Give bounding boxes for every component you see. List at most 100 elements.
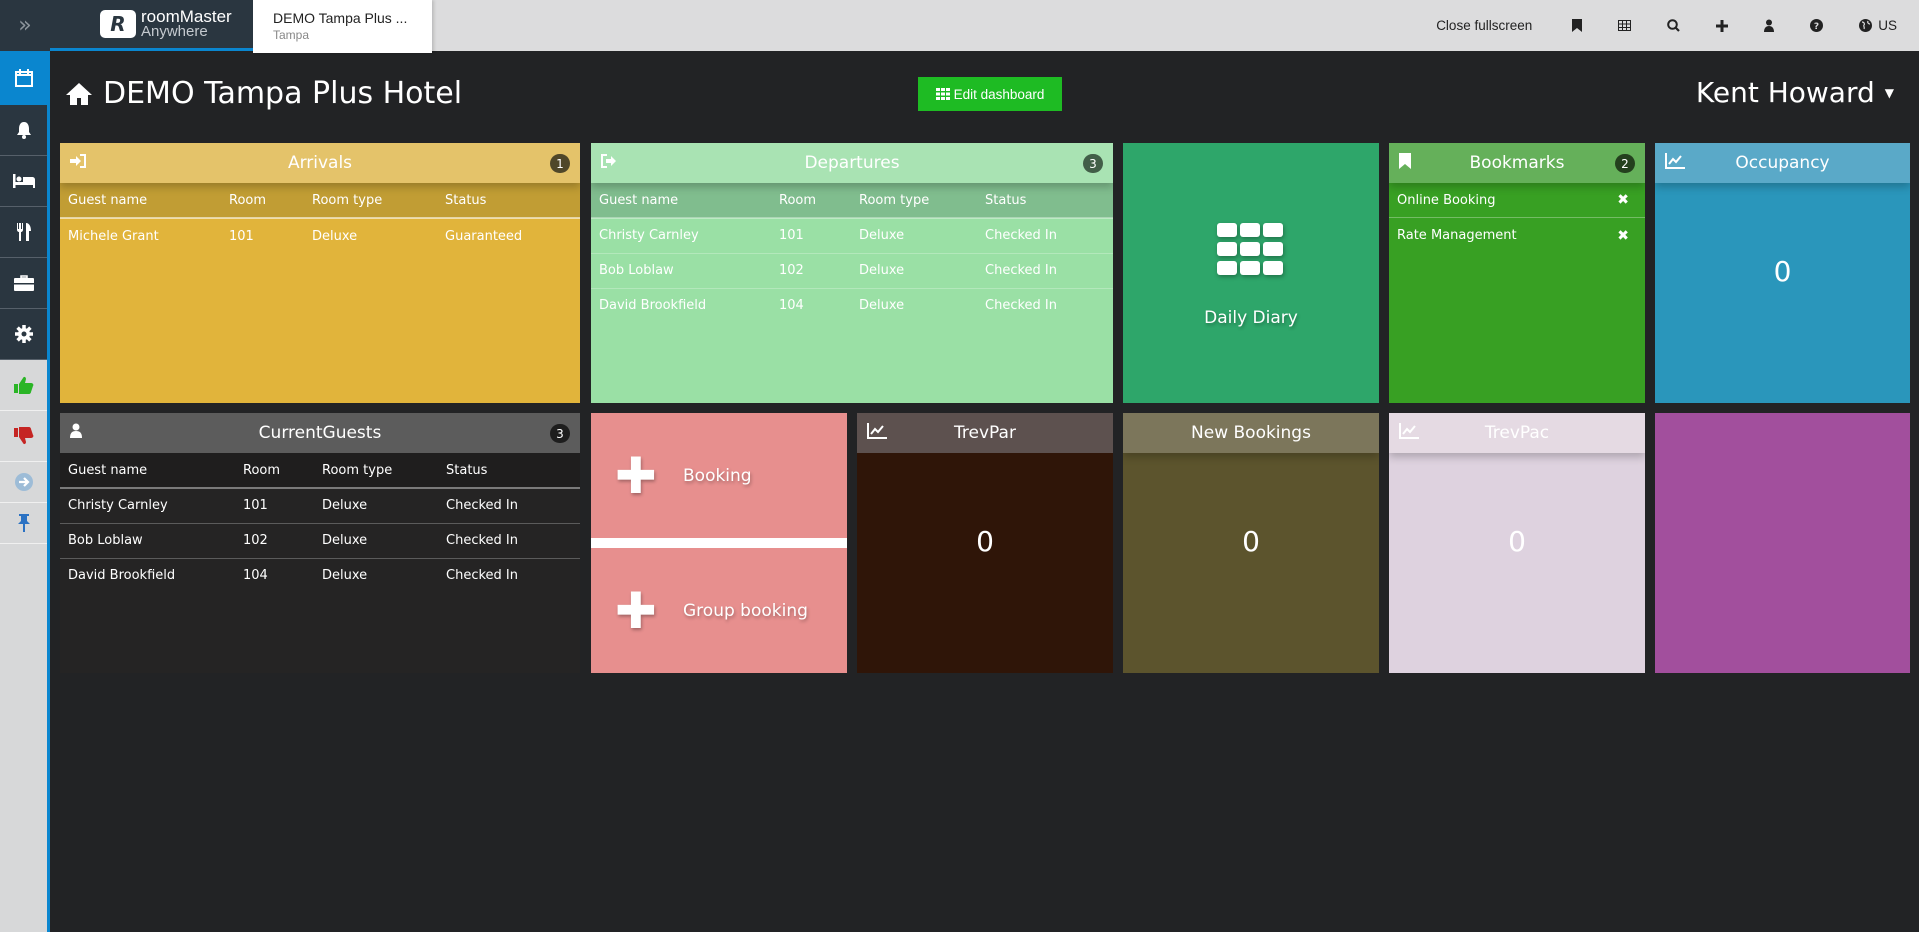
table-row[interactable]: Bob Loblaw 102 Deluxe Checked In [60,523,580,559]
help-icon[interactable]: ? [1792,0,1841,51]
arrivals-table: Guest name Room Room type Status Michele… [60,183,580,253]
table-header-row: Guest name Room Room type Status [60,453,580,489]
bookmark-label: Rate Management [1397,228,1517,243]
sidebar-item-rooms[interactable] [0,156,47,207]
empty-widget-tile[interactable] [1655,413,1910,673]
bookmarks-header[interactable]: Bookmarks 2 [1389,143,1645,183]
guest-name: Bob Loblaw [591,253,771,289]
bookmark-item[interactable]: Online Booking ✖ [1389,183,1645,218]
table-row[interactable]: David Brookfield 104 Deluxe Checked In [591,288,1113,323]
user-name: Kent Howard [1695,76,1875,109]
new-bookings-panel[interactable]: New Bookings 0 [1123,413,1379,673]
col-room[interactable]: Room [221,183,304,219]
remove-bookmark-icon[interactable]: ✖ [1617,192,1629,208]
calendar-icon [14,69,33,87]
bookmark-icon[interactable] [1554,0,1600,51]
user-icon[interactable] [1746,0,1792,51]
daily-diary-tile[interactable]: Daily Diary [1123,143,1379,403]
col-status[interactable]: Status [438,453,580,489]
departures-panel: Departures 3 Guest name Room Room type S… [591,143,1113,403]
bookmarks-panel: Bookmarks 2 Online Booking ✖ Rate Manage… [1389,143,1645,403]
brand-logo[interactable]: R roomMaster Anywhere [50,0,253,51]
sidebar-item-calendar[interactable] [0,51,47,105]
caret-down-icon: ▼ [1884,85,1894,100]
col-status[interactable]: Status [977,183,1113,219]
arrivals-header[interactable]: Arrivals 1 [60,143,580,183]
room: 104 [779,298,804,314]
current-guests-panel: CurrentGuests 3 Guest name Room Room typ… [60,413,580,673]
expand-menu-icon[interactable]: » [0,0,50,51]
trevpac-panel[interactable]: TrevPac 0 [1389,413,1645,673]
user-icon [70,423,82,442]
col-room-type[interactable]: Room type [851,183,977,219]
room-type: Deluxe [851,218,977,254]
arrivals-panel: Arrivals 1 Guest name Room Room type Sta… [60,143,580,403]
col-status[interactable]: Status [437,183,580,219]
table-row[interactable]: Christy Carnley 101 Deluxe Checked In [591,218,1113,254]
departures-title: Departures [804,153,900,173]
plus-icon: ✚ [615,446,657,505]
sidebar-item-next[interactable] [0,462,47,503]
table-row[interactable]: David Brookfield 104 Deluxe Checked In [60,558,580,593]
line-chart-icon [1665,153,1685,173]
room-type: Deluxe [314,488,438,524]
status: Checked In [438,523,580,559]
table-row[interactable]: Michele Grant 101 Deluxe Guaranteed [60,218,580,253]
col-room-type[interactable]: Room type [314,453,438,489]
table-row[interactable]: Bob Loblaw 102 Deluxe Checked In [591,253,1113,289]
bookmark-item[interactable]: Rate Management ✖ [1389,218,1645,253]
col-guest-name[interactable]: Guest name [591,183,771,219]
line-chart-icon [867,423,887,443]
guest-name: Bob Loblaw [60,523,235,559]
new-bookings-title: New Bookings [1191,423,1311,443]
bookmark-list: Online Booking ✖ Rate Management ✖ [1389,183,1645,253]
sidebar-item-feedback-positive[interactable] [0,360,47,411]
col-room-type[interactable]: Room type [304,183,437,219]
current-guests-header[interactable]: CurrentGuests 3 [60,413,580,453]
user-menu[interactable]: Kent Howard ▼ [1696,76,1894,109]
col-guest-name[interactable]: Guest name [60,183,221,219]
bed-icon [12,174,35,188]
trevpar-panel[interactable]: TrevPar 0 [857,413,1113,673]
sidebar-item-pin[interactable] [0,503,47,544]
tab-title: DEMO Tampa Plus ... [273,10,408,26]
daily-diary-label: Daily Diary [1204,308,1298,328]
sidebar-item-feedback-negative[interactable] [0,411,47,462]
occupancy-title: Occupancy [1735,153,1830,173]
trevpar-header: TrevPar [857,413,1113,453]
property-tab[interactable]: DEMO Tampa Plus ... Tampa [253,0,432,53]
region-selector[interactable]: US [1841,0,1919,51]
close-fullscreen-button[interactable]: Close fullscreen [1418,0,1554,51]
sidebar-item-settings[interactable] [0,309,47,360]
search-icon[interactable] [1649,0,1698,51]
sidebar-item-business[interactable] [0,258,47,309]
status: Checked In [977,218,1113,254]
trevpar-title: TrevPar [954,423,1016,443]
hotel-name: DEMO Tampa Plus Hotel [103,76,463,111]
occupancy-panel[interactable]: Occupancy 0 [1655,143,1910,403]
current-guests-count-badge: 3 [550,424,570,443]
top-bar: » R roomMaster Anywhere DEMO Tampa Plus … [0,0,1919,53]
col-room[interactable]: Room [235,453,314,489]
table-icon[interactable] [1600,0,1649,51]
guest-name: David Brookfield [599,298,707,314]
departures-header[interactable]: Departures 3 [591,143,1113,183]
edit-dashboard-button[interactable]: Edit dashboard [918,77,1062,111]
group-booking-button[interactable]: ✚ Group booking [591,548,847,673]
room: 101 [771,218,851,254]
group-booking-label: Group booking [683,600,808,621]
col-guest-name[interactable]: Guest name [60,453,235,489]
sidebar-item-restaurant[interactable] [0,207,47,258]
table-header-row: Guest name Room Room type Status [60,183,580,219]
col-room[interactable]: Room [771,183,851,219]
table-row[interactable]: Christy Carnley 101 Deluxe Checked In [60,488,580,524]
new-booking-button[interactable]: ✚ Booking [591,413,847,538]
guest-name: Christy Carnley [60,488,235,524]
occupancy-header: Occupancy [1655,143,1910,183]
room-type: Deluxe [859,298,905,314]
remove-bookmark-icon[interactable]: ✖ [1617,228,1629,244]
add-icon[interactable] [1698,0,1746,51]
sidebar-item-notifications[interactable] [0,105,47,156]
status: Checked In [985,298,1057,314]
status: Guaranteed [445,228,523,244]
